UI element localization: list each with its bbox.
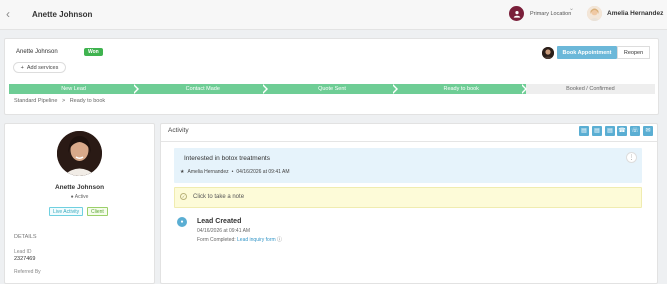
profile-status-label: Active (74, 194, 89, 200)
book-appointment-button[interactable]: Book Appointment (557, 46, 617, 59)
profile-photo (57, 131, 102, 176)
breadcrumb-stage: Ready to book (69, 98, 106, 104)
lead-id-value: 2327469 (14, 256, 36, 262)
details-heading: DETAILS (14, 234, 37, 240)
interest-timestamp: 04/16/2026 at 09:41 AM (236, 169, 290, 175)
plus-icon: + (20, 64, 24, 71)
reopen-button[interactable]: Reopen (617, 46, 650, 59)
location-selector[interactable]: Primary Location (530, 11, 571, 17)
interest-meta: ★ Amelia Hernandez • 04/16/2026 at 09:41… (180, 169, 290, 175)
person-icon: ● (70, 194, 74, 200)
phone-icon[interactable]: ☏ (630, 126, 640, 136)
sms-icon[interactable]: ▤ (579, 126, 589, 136)
stage-label: Contact Made (185, 86, 220, 92)
breadcrumb-separator: > (61, 98, 66, 104)
stage-label: Booked / Confirmed (566, 86, 615, 92)
breadcrumb-pipeline[interactable]: Standard Pipeline (14, 98, 57, 104)
note-input[interactable] (174, 187, 642, 208)
email-icon[interactable]: ✉ (643, 126, 653, 136)
stage-label: Ready to book (443, 86, 479, 92)
referred-by-label: Referred By (14, 269, 41, 275)
call-icon[interactable]: ☎ (617, 126, 627, 136)
user-photo (587, 6, 602, 21)
timeline-dot-icon: ● (177, 217, 187, 227)
add-services-button[interactable]: + Add services (13, 62, 66, 73)
interest-separator: • (231, 169, 234, 175)
breadcrumb: Standard Pipeline > Ready to book (14, 98, 105, 104)
lead-id-label: Lead ID (14, 249, 32, 255)
lead-name: Anette Johnson (16, 49, 58, 55)
chevron-left-icon[interactable]: ‹ (6, 8, 14, 20)
chevron-down-icon[interactable]: ⌄ (569, 5, 574, 12)
pin-icon: ★ (180, 169, 185, 175)
activity-title: Activity (168, 127, 189, 134)
more-options-icon[interactable]: ⋮ (626, 152, 637, 163)
timeline-form: Form Completed: Lead inquiry form ⓘ (197, 236, 282, 243)
user-avatar[interactable] (587, 6, 602, 21)
profile-name: Anette Johnson (54, 184, 105, 191)
top-header: ‹ Anette Johnson Primary Location ⌄ Amel… (0, 0, 667, 30)
person-icon (513, 10, 520, 18)
staff-avatar[interactable] (542, 47, 554, 59)
stage-ready-to-book[interactable]: Ready to book (396, 84, 527, 94)
profile-image (57, 131, 102, 176)
print-icon[interactable]: ▤ (592, 126, 602, 136)
activity-divider (161, 141, 657, 142)
stage-label: New Lead (61, 86, 86, 92)
pipeline-stages: New Lead Contact Made Quote Sent Ready t… (9, 84, 656, 94)
note-placeholder[interactable]: Click to take a note (193, 194, 244, 200)
form-prefix: Form Completed: (197, 237, 236, 243)
stage-quote-sent[interactable]: Quote Sent (267, 84, 398, 94)
lead-inquiry-form-link[interactable]: Lead inquiry form (237, 237, 276, 243)
tag-client[interactable]: Client (87, 207, 108, 216)
status-badge: Won (84, 48, 103, 56)
stage-label: Quote Sent (318, 86, 346, 92)
stage-booked-confirmed[interactable]: Booked / Confirmed (525, 84, 656, 94)
user-name[interactable]: Amelia Hernandez (607, 10, 663, 17)
staff-photo (542, 47, 554, 59)
interest-title: Interested in botox treatments (184, 155, 270, 162)
timeline-timestamp: 04/16/2026 at 09:41 AM (197, 228, 251, 234)
location-avatar[interactable] (509, 6, 524, 21)
note-icon[interactable]: ▤ (605, 126, 615, 136)
timeline-title: Lead Created (197, 218, 242, 225)
add-services-label: Add services (26, 64, 59, 71)
interest-entry (174, 148, 642, 183)
external-link-icon[interactable]: ⓘ (277, 237, 282, 243)
tag-live-activity[interactable]: Live Activity (49, 207, 84, 216)
check-circle-icon: ✓ (180, 193, 187, 200)
header-contact-name: Anette Johnson (32, 10, 93, 19)
interest-author: Amelia Hernandez (187, 169, 229, 175)
stage-contact-made[interactable]: Contact Made (138, 84, 269, 94)
profile-status: ● Active (4, 194, 155, 200)
stage-new-lead[interactable]: New Lead (9, 84, 140, 94)
